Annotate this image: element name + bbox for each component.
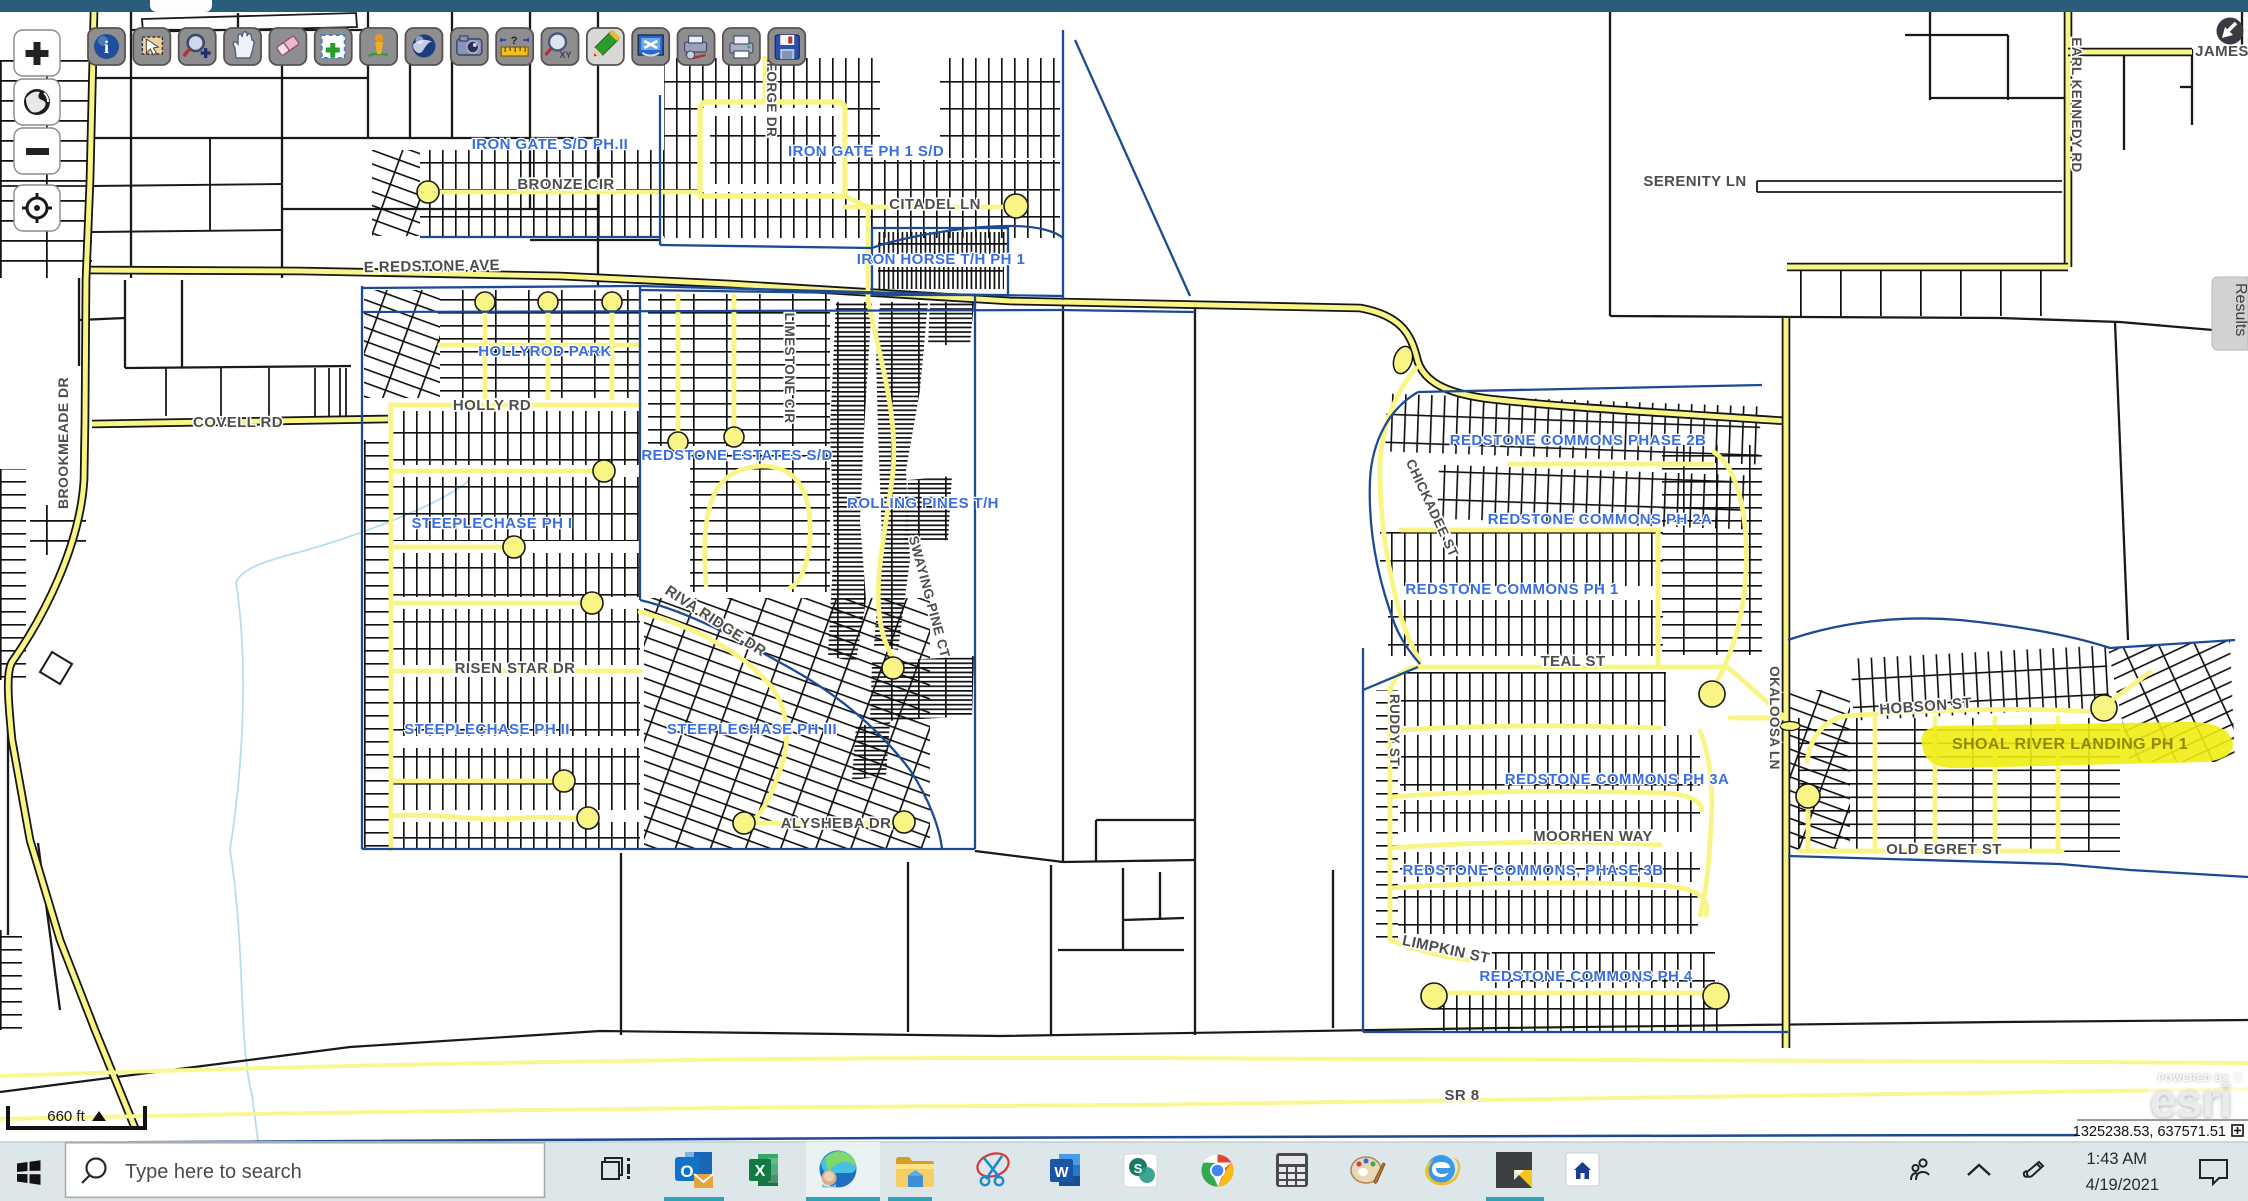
svg-text:O: O xyxy=(680,1162,693,1181)
svg-text:4/19/2021: 4/19/2021 xyxy=(2086,1176,2159,1194)
svg-text:BROOKMEADE DR: BROOKMEADE DR xyxy=(55,377,71,509)
svg-text:REDSTONE COMMONS PH 4: REDSTONE COMMONS PH 4 xyxy=(1479,968,1692,985)
svg-text:E REDSTONE AVE: E REDSTONE AVE xyxy=(364,257,500,276)
svg-text:FORGE DR: FORGE DR xyxy=(764,63,779,137)
svg-text:SERENITY LN: SERENITY LN xyxy=(1643,173,1746,190)
svg-text:REDSTONE COMMONS PH 3A: REDSTONE COMMONS PH 3A xyxy=(1505,771,1729,788)
svg-text:IRON GATE PH 1 S/D: IRON GATE PH 1 S/D xyxy=(788,143,944,160)
svg-text:IRON HORSE T/H PH 1: IRON HORSE T/H PH 1 xyxy=(857,251,1025,268)
svg-text:OLD EGRET ST: OLD EGRET ST xyxy=(1886,841,2002,858)
svg-text:REDSTONE COMMONS, PHASE 3B: REDSTONE COMMONS, PHASE 3B xyxy=(1403,862,1664,879)
svg-text:REDSTONE ESTATES S/D: REDSTONE ESTATES S/D xyxy=(641,447,832,464)
svg-text:IRON GATE S/D PH.II: IRON GATE S/D PH.II xyxy=(472,136,629,153)
svg-text:REDSTONE COMMONS PH 1: REDSTONE COMMONS PH 1 xyxy=(1405,581,1618,598)
svg-text:ROLLING PINES T/H: ROLLING PINES T/H xyxy=(847,495,999,512)
svg-text:LIMESTONE CIR: LIMESTONE CIR xyxy=(782,313,797,424)
svg-text:REDSTONE COMMONS PHASE 2B: REDSTONE COMMONS PHASE 2B xyxy=(1450,432,1706,449)
svg-text:Results: Results xyxy=(2232,283,2248,336)
svg-text:X: X xyxy=(755,1163,766,1180)
svg-text:REDSTONE COMMONS PH 2A: REDSTONE COMMONS PH 2A xyxy=(1488,511,1712,528)
svg-text:SHOAL RIVER LANDING PH 1: SHOAL RIVER LANDING PH 1 xyxy=(1952,736,2188,753)
svg-text:STEEPLECHASE PH II: STEEPLECHASE PH II xyxy=(404,721,570,738)
svg-text:660 ft: 660 ft xyxy=(47,1108,85,1125)
svg-text:Type here to search: Type here to search xyxy=(125,1161,302,1183)
svg-text:JAMES: JAMES xyxy=(2195,43,2248,60)
svg-text:CITADEL LN: CITADEL LN xyxy=(889,196,981,213)
svg-text:W: W xyxy=(1054,1164,1069,1181)
svg-text:MOORHEN WAY: MOORHEN WAY xyxy=(1533,828,1653,845)
svg-text:ALYSHEBA DR: ALYSHEBA DR xyxy=(781,815,892,832)
svg-text:RUDDY ST: RUDDY ST xyxy=(1387,694,1402,766)
svg-text:i: i xyxy=(104,37,109,57)
svg-text:HOLLYROD PARK: HOLLYROD PARK xyxy=(478,343,612,360)
svg-text:XY: XY xyxy=(559,50,571,60)
svg-text:STEEPLECHASE PH I: STEEPLECHASE PH I xyxy=(412,515,573,532)
svg-text:1:43 AM: 1:43 AM xyxy=(2086,1150,2147,1168)
svg-text:HOLLY RD: HOLLY RD xyxy=(453,397,531,414)
svg-text:OKALOOSA LN: OKALOOSA LN xyxy=(1767,666,1782,770)
svg-text:EARL KENNEDY RD: EARL KENNEDY RD xyxy=(2069,37,2084,172)
svg-text:?: ? xyxy=(511,35,518,47)
svg-text:TEAL ST: TEAL ST xyxy=(1540,653,1605,670)
svg-text:RISEN STAR DR: RISEN STAR DR xyxy=(455,660,576,677)
svg-text:S: S xyxy=(1134,1161,1143,1176)
svg-text:BRONZE CIR: BRONZE CIR xyxy=(517,176,614,193)
svg-text:SR 8: SR 8 xyxy=(1445,1087,1480,1104)
svg-text:COVELL RD: COVELL RD xyxy=(193,414,283,431)
svg-text:1325238.53, 637571.51: 1325238.53, 637571.51 xyxy=(2073,1124,2226,1140)
svg-text:STEEPLECHASE PH III: STEEPLECHASE PH III xyxy=(667,721,837,738)
